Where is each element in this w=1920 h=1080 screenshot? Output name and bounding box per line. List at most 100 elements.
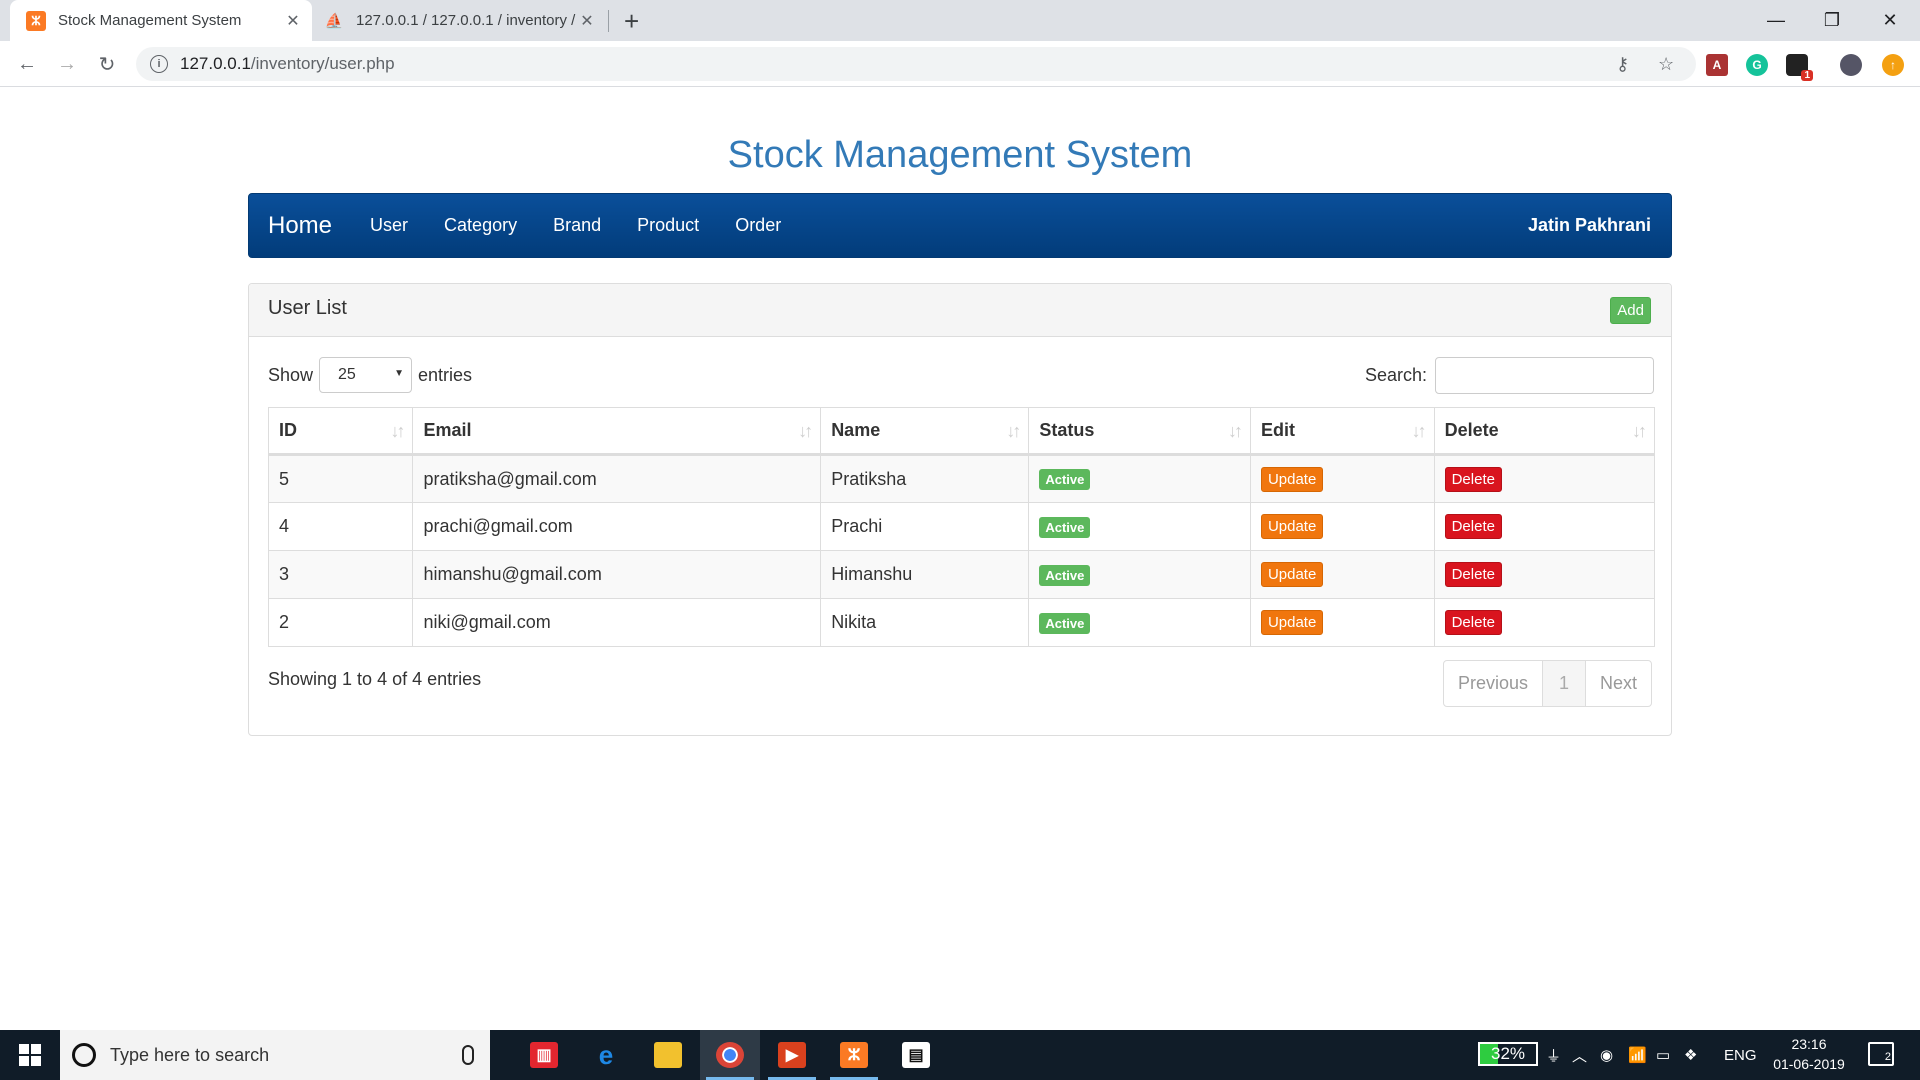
update-button[interactable]: Update: [1260, 514, 1324, 539]
search-control: Search:: [1365, 356, 1654, 394]
reload-button[interactable]: ↻: [92, 49, 122, 79]
profile-avatar[interactable]: [1840, 54, 1862, 76]
users-table: ID ↓↑ Email ↓↑ Name ↓↑ Status ↓↑ Edit ↓↑ Dele…: [267, 407, 1656, 647]
address-bar[interactable]: i 127.0.0.1/inventory/user.php ⚷ ☆: [136, 47, 1696, 81]
column-header-name[interactable]: Name ↓↑: [820, 407, 1030, 456]
taskbar-search-box[interactable]: Type here to search: [60, 1030, 490, 1080]
new-tab-button[interactable]: +: [624, 6, 639, 37]
update-icon[interactable]: ↑: [1882, 54, 1904, 76]
update-button[interactable]: Update: [1260, 610, 1324, 635]
taskbar-app-explorer[interactable]: [638, 1030, 698, 1080]
table-header-row: ID ↓↑ Email ↓↑ Name ↓↑ Status ↓↑ Edit ↓↑ Dele…: [267, 407, 1656, 456]
notification-center-icon[interactable]: 2: [1868, 1042, 1894, 1066]
chevron-up-icon[interactable]: ︿: [1572, 1030, 1587, 1080]
cell-email: pratiksha@gmail.com: [412, 454, 822, 503]
cell-email: niki@gmail.com: [412, 598, 822, 647]
previous-page-button[interactable]: Previous: [1442, 660, 1543, 707]
page-length-select[interactable]: 25 ▼: [319, 357, 413, 393]
nav-order[interactable]: Order: [717, 215, 799, 236]
nav-home[interactable]: Home: [268, 212, 332, 240]
table-row: 3 himanshu@gmail.com Himanshu Active Upd…: [267, 550, 1656, 599]
sort-icon: ↓↑: [1227, 421, 1243, 441]
nav-product[interactable]: Product: [619, 215, 717, 236]
pdf-extension-icon[interactable]: A: [1706, 54, 1728, 76]
taskbar-app-ssh[interactable]: ▶: [762, 1030, 822, 1080]
wifi-icon[interactable]: 📶: [1628, 1030, 1647, 1080]
column-header-status[interactable]: Status ↓↑: [1028, 407, 1251, 456]
table-row: 5 pratiksha@gmail.com Pratiksha Active U…: [267, 454, 1656, 503]
tab-separator: [608, 10, 609, 32]
column-label: ID: [279, 420, 297, 440]
user-list-panel: User List Add Show 25 ▼ entries Search: …: [248, 283, 1672, 736]
add-user-button[interactable]: Add: [1610, 297, 1651, 324]
column-header-id[interactable]: ID ↓↑: [267, 407, 414, 456]
next-page-button[interactable]: Next: [1584, 660, 1652, 707]
nav-brand[interactable]: Brand: [535, 215, 619, 236]
record-icon[interactable]: ◉: [1600, 1030, 1613, 1080]
taskbar-app-edge[interactable]: e: [576, 1030, 636, 1080]
search-placeholder: Type here to search: [110, 1044, 270, 1065]
xampp-icon: ⵣ: [26, 10, 46, 31]
status-badge: Active: [1039, 612, 1091, 634]
table-row: 2 niki@gmail.com Nikita Active Update De…: [267, 598, 1656, 647]
sort-icon: ↓↑: [1411, 421, 1427, 441]
delete-button[interactable]: Delete: [1444, 466, 1502, 492]
key-icon[interactable]: ⚷: [1616, 47, 1629, 81]
clock[interactable]: 23:16 01-06-2019: [1766, 1034, 1852, 1074]
nav-user[interactable]: User: [352, 215, 426, 236]
clapperboard-icon: ▤: [902, 1042, 930, 1068]
microphone-icon[interactable]: [462, 1045, 474, 1065]
column-header-edit[interactable]: Edit ↓↑: [1249, 407, 1435, 456]
extension-icon[interactable]: 1: [1786, 54, 1813, 81]
nav-category[interactable]: Category: [426, 215, 535, 236]
bookmark-star-icon[interactable]: ☆: [1658, 47, 1674, 81]
caret-down-icon: ▼: [394, 368, 405, 379]
taskbar-app-video[interactable]: ▤: [886, 1030, 946, 1080]
nav-user-menu[interactable]: Jatin Pakhrani: [1528, 215, 1651, 236]
forward-button[interactable]: →: [52, 49, 82, 79]
column-label: Delete: [1444, 420, 1499, 440]
back-button[interactable]: ←: [12, 49, 42, 79]
delete-button[interactable]: Delete: [1444, 610, 1502, 635]
start-button[interactable]: [0, 1030, 60, 1080]
minimize-button[interactable]: —: [1748, 0, 1804, 41]
page-1-button[interactable]: 1: [1541, 660, 1586, 707]
taskbar-app-chrome[interactable]: [700, 1030, 760, 1080]
page-length-value: 25: [338, 366, 356, 383]
edge-icon: e: [598, 1039, 614, 1070]
datatable-controls: Show 25 ▼ entries Search:: [268, 356, 1654, 394]
battery-tray-icon[interactable]: ▭: [1656, 1030, 1670, 1080]
taskbar-app-xampp[interactable]: ⵣ: [824, 1030, 884, 1080]
panel-heading: User List Add: [249, 284, 1671, 337]
power-plug-icon[interactable]: ⏚: [1546, 1030, 1561, 1080]
update-button[interactable]: Update: [1260, 562, 1324, 587]
delete-button[interactable]: Delete: [1444, 514, 1502, 539]
maximize-button[interactable]: ❐: [1804, 0, 1860, 41]
tab-stock-management[interactable]: ⵣ Stock Management System ✕: [10, 0, 312, 41]
update-button[interactable]: Update: [1260, 466, 1324, 492]
column-header-delete[interactable]: Delete ↓↑: [1433, 407, 1656, 456]
site-info-icon[interactable]: i: [150, 55, 168, 73]
table-row: 4 prachi@gmail.com Prachi Active Update …: [267, 502, 1656, 551]
browser-toolbar: ← → ↻ i 127.0.0.1/inventory/user.php ⚷ ☆…: [0, 41, 1920, 87]
close-tab-icon[interactable]: ✕: [576, 11, 598, 31]
taskbar-app-reader[interactable]: ▥: [514, 1030, 574, 1080]
battery-indicator[interactable]: 32%: [1478, 1042, 1538, 1066]
delete-button[interactable]: Delete: [1444, 562, 1502, 587]
search-label: Search:: [1364, 364, 1427, 385]
language-indicator[interactable]: ENG: [1724, 1030, 1757, 1080]
grammarly-extension-icon[interactable]: G: [1746, 54, 1768, 76]
tab-phpmyadmin[interactable]: ⛵ 127.0.0.1 / 127.0.0.1 / inventory / us…: [316, 0, 606, 41]
windows-logo-icon: [19, 1044, 41, 1066]
notification-count: 2: [1884, 1051, 1891, 1063]
column-header-email[interactable]: Email ↓↑: [412, 407, 822, 456]
search-input[interactable]: [1435, 356, 1654, 394]
cell-edit: Update: [1249, 550, 1435, 599]
close-tab-icon[interactable]: ✕: [282, 11, 304, 31]
cell-edit: Update: [1249, 454, 1435, 503]
book-icon: ▥: [530, 1042, 558, 1068]
cell-id: 2: [267, 598, 414, 647]
close-window-button[interactable]: ✕: [1862, 0, 1918, 41]
status-badge: Active: [1039, 516, 1091, 538]
dropbox-icon[interactable]: ❖: [1684, 1030, 1697, 1080]
